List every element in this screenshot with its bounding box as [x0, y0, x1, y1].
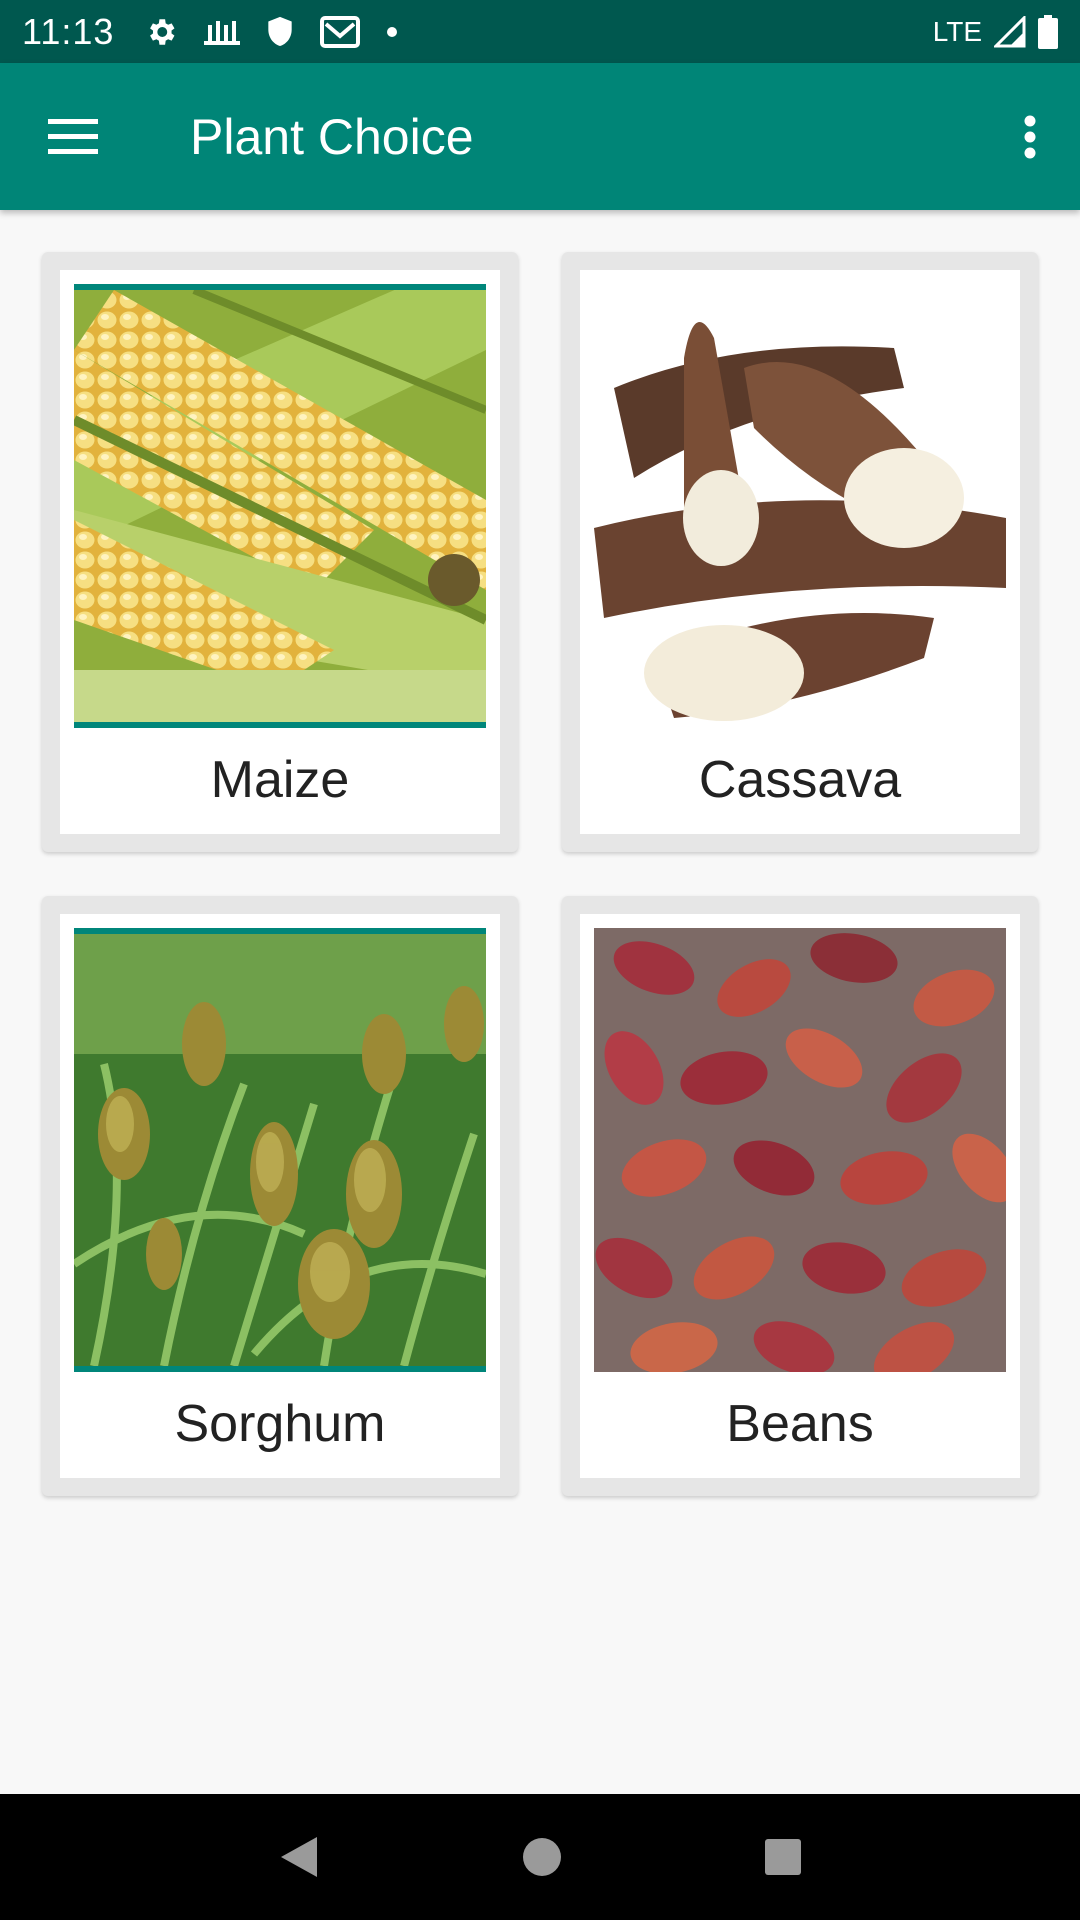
gear-icon: [150, 18, 175, 45]
status-notification-icons: [144, 15, 398, 49]
plant-card-maize[interactable]: Maize: [42, 252, 518, 852]
shield-icon: [268, 16, 293, 46]
dot-icon: [387, 26, 398, 37]
plant-label: Maize: [210, 751, 350, 809]
plant-label: Beans: [726, 1395, 874, 1453]
menu-button[interactable]: [23, 87, 123, 187]
card-surface: Sorghum: [60, 914, 500, 1478]
signal-icon: [994, 15, 1026, 47]
overflow-menu-button[interactable]: [990, 87, 1070, 187]
card-surface: Maize: [60, 270, 500, 834]
plant-card-cassava[interactable]: Cassava: [562, 252, 1038, 852]
app-bar: Plant Choice: [0, 63, 1080, 210]
beans-image: [594, 928, 1006, 1372]
back-icon[interactable]: [277, 1833, 321, 1881]
menu-icon: [48, 118, 98, 154]
system-nav-bar: [0, 1794, 1080, 1920]
recents-icon[interactable]: [763, 1837, 803, 1877]
card-surface: Beans: [580, 914, 1020, 1478]
network-type: LTE: [932, 15, 982, 47]
battery-icon: [1038, 14, 1058, 49]
status-system-icons: LTE: [932, 14, 1058, 49]
farm-icon: [204, 20, 241, 45]
plant-label: Cassava: [698, 751, 902, 809]
gmail-icon: [320, 15, 361, 48]
status-bar: 11:13 LTE: [0, 0, 1080, 63]
status-time: 11:13: [22, 10, 115, 52]
page-title: Plant Choice: [190, 108, 474, 165]
plant-label: Sorghum: [174, 1395, 386, 1453]
overflow-icon: [1024, 115, 1036, 158]
card-surface: Cassava: [580, 270, 1020, 834]
sorghum-image: [74, 928, 486, 1372]
cassava-image: [594, 278, 1006, 728]
maize-image: [74, 284, 486, 728]
plant-card-sorghum[interactable]: Sorghum: [42, 896, 518, 1496]
plant-card-beans[interactable]: Beans: [562, 896, 1038, 1496]
home-icon[interactable]: [521, 1836, 563, 1878]
